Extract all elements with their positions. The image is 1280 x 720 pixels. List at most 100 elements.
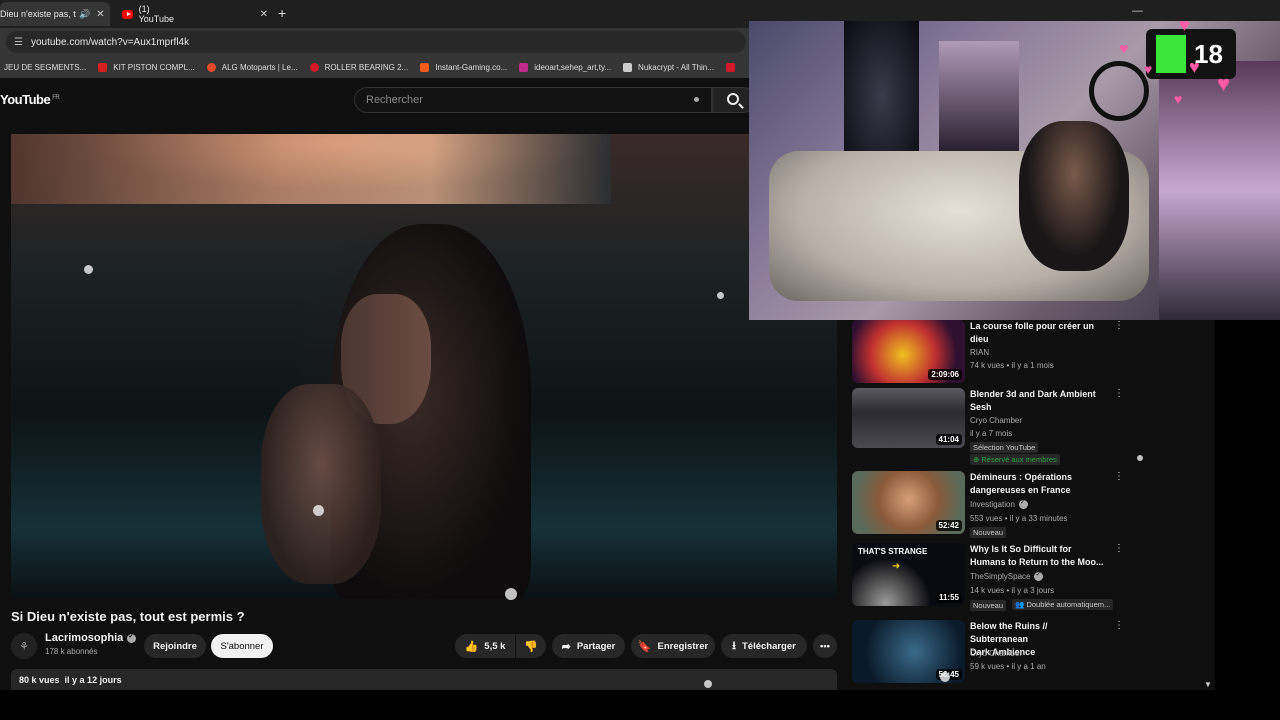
search-input[interactable]: Rechercher xyxy=(354,87,712,113)
title-line: dangereuses en France xyxy=(970,485,1071,495)
recommendation-channel[interactable]: RIAN xyxy=(970,348,989,357)
tab-youtube[interactable]: (1) YouTube ✕ xyxy=(118,2,268,26)
save-button[interactable]: 🔖 Enregistrer xyxy=(631,634,715,658)
verified-icon xyxy=(1018,498,1028,509)
bookmark-item[interactable] xyxy=(725,62,741,72)
title-line: La course folle pour créer un xyxy=(970,321,1095,331)
bookmark-item[interactable]: KIT PISTON COMPL... xyxy=(98,62,195,72)
heart-icon: ♥ xyxy=(1174,91,1183,107)
upload-date: il y a 12 jours xyxy=(64,675,122,685)
selection-badge: Sélection YouTube xyxy=(970,442,1039,453)
recommendation-item[interactable]: 52:42 Démineurs : Opérations dangereuses … xyxy=(852,471,1124,539)
video-frame-hands xyxy=(261,384,381,584)
snowflake xyxy=(84,265,93,274)
video-thumbnail[interactable]: 52:42 xyxy=(852,471,965,534)
snowflake xyxy=(1137,455,1143,461)
tab-video[interactable]: Dieu n'existe pas, tout 🔊 ✕ xyxy=(0,2,110,26)
recommendation-channel[interactable]: Investigation xyxy=(970,498,1028,509)
channel-label: TheSimplySpace xyxy=(970,572,1031,581)
thumbnail-text: THAT'S STRANGE xyxy=(858,547,928,556)
new-badge: Nouveau xyxy=(970,527,1007,538)
close-icon[interactable]: ✕ xyxy=(96,9,104,20)
bookmark-label: ROLLER BEARING 2... xyxy=(324,62,409,72)
recommendation-channel[interactable]: Cryo Chamber xyxy=(970,649,1022,658)
bookmark-item[interactable]: ideoart,sehep_art,ty... xyxy=(519,62,611,72)
like-count: 5,5 k xyxy=(484,640,506,652)
download-button[interactable]: ⭳ Télécharger xyxy=(721,634,807,658)
more-vert-icon[interactable]: ⋮ xyxy=(1114,320,1124,331)
description-box[interactable]: 80 k vues il y a 12 jours xyxy=(11,669,837,690)
members-badge-label: Réservé aux membres xyxy=(981,455,1057,464)
bookmark-item[interactable]: JEU DE SEGMENTS... xyxy=(4,63,86,72)
url-text: youtube.com/watch?v=Aux1mprfl4k xyxy=(30,36,190,48)
heart-icon: ♥ xyxy=(1119,41,1129,58)
video-duration: 41:04 xyxy=(935,434,962,445)
bookmark-favicon-icon xyxy=(623,62,633,72)
speaker-icon: 🔊 xyxy=(79,8,91,19)
title-line: Humans to Return to the Moo... xyxy=(970,557,1104,567)
youtube-icon xyxy=(122,9,133,19)
bookmark-item[interactable]: Instant-Gaming.co... xyxy=(420,62,507,72)
recommendation-title: Démineurs : Opérations dangereuses en Fra… xyxy=(970,471,1108,497)
channel-avatar[interactable]: ⚘ xyxy=(11,633,37,659)
search-placeholder: Rechercher xyxy=(366,94,423,106)
recommendation-item[interactable]: 2:09:06 La course folle pour créer un die… xyxy=(852,320,1124,384)
scroll-down-icon[interactable]: ▼ xyxy=(1204,680,1212,689)
site-settings-icon[interactable]: ☰ xyxy=(14,37,23,48)
bookmark-label: JEU DE SEGMENTS... xyxy=(4,62,87,72)
recommendation-item[interactable]: THAT'S STRANGE ➜ 11:55 Why Is It So Diff… xyxy=(852,543,1124,613)
gmail-icon xyxy=(725,62,735,72)
more-vert-icon[interactable]: ⋮ xyxy=(1114,471,1124,482)
bookmark-label: Nukacrypt - All Thin... xyxy=(638,62,714,72)
recommendation-title: Blender 3d and Dark Ambient Sesh xyxy=(970,388,1108,414)
video-thumbnail[interactable]: 41:04 xyxy=(852,388,965,448)
title-line: Why Is It So Difficult for xyxy=(970,544,1072,554)
more-vert-icon[interactable]: ⋮ xyxy=(1114,620,1124,631)
more-vert-icon[interactable]: ⋮ xyxy=(1114,388,1124,399)
join-button[interactable]: Rejoindre xyxy=(144,634,206,658)
recommendation-channel[interactable]: TheSimplySpace xyxy=(970,570,1044,581)
subscribe-button[interactable]: S'abonner xyxy=(211,634,273,658)
new-tab-icon[interactable]: + xyxy=(278,5,286,21)
keyboard-icon[interactable] xyxy=(694,97,699,102)
minimize-icon[interactable]: — xyxy=(1132,5,1143,17)
heart-icon: ♥ xyxy=(1189,57,1200,77)
like-button[interactable]: 👍 5,5 k xyxy=(455,634,515,658)
channel-name[interactable]: Lacrimosophia xyxy=(45,632,137,644)
heart-icon: ♥ xyxy=(1144,61,1153,77)
close-icon[interactable]: ✕ xyxy=(260,9,268,20)
bookmark-favicon-icon xyxy=(98,62,108,72)
bookmark-item[interactable]: ROLLER BEARING 2... xyxy=(309,62,409,72)
k-logo-icon xyxy=(1156,35,1186,73)
tab-video-label: Dieu n'existe pas, tout xyxy=(0,9,76,19)
bookmark-item[interactable]: Nukacrypt - All Thin... xyxy=(623,62,714,72)
bookmark-item[interactable]: ALG Motoparts | Le... xyxy=(206,62,298,72)
webcam-poster xyxy=(939,41,1019,151)
youtube-logo[interactable]: YouTube FR xyxy=(0,92,60,107)
recommendation-item[interactable]: 56:45 Below the Ruins // SubterraneanDar… xyxy=(852,620,1124,684)
video-thumbnail[interactable]: 2:09:06 xyxy=(852,320,965,383)
address-bar[interactable]: ☰ youtube.com/watch?v=Aux1mprfl4k xyxy=(6,31,746,53)
recommendation-channel[interactable]: Cryo Chamber xyxy=(970,416,1022,425)
more-actions-button[interactable]: ••• xyxy=(813,634,837,658)
recommendation-title: La course folle pour créer un dieu xyxy=(970,320,1108,346)
title-line: Sesh xyxy=(970,402,992,412)
bookmark-favicon-icon xyxy=(309,62,319,72)
more-vert-icon[interactable]: ⋮ xyxy=(1114,543,1124,554)
snowflake xyxy=(313,505,324,516)
channel-name-text: Lacrimosophia xyxy=(45,632,124,644)
heart-icon: ♥ xyxy=(1217,71,1231,96)
bookmark-icon: 🔖 xyxy=(637,640,652,653)
bookmark-favicon-icon xyxy=(519,62,529,72)
share-button[interactable]: ➦ Partager xyxy=(552,634,625,658)
bookmark-label: ALG Motoparts | Le... xyxy=(221,62,298,72)
recommendation-item[interactable]: 41:04 Blender 3d and Dark Ambient Sesh Cr… xyxy=(852,388,1124,468)
recommendation-meta: 74 k vues • il y a 1 mois xyxy=(970,361,1054,370)
dislike-button[interactable]: 👎 xyxy=(516,634,546,658)
channel-label: Investigation xyxy=(970,500,1015,509)
video-thumbnail[interactable]: THAT'S STRANGE ➜ 11:55 xyxy=(852,543,965,606)
video-duration: 2:09:06 xyxy=(928,369,962,380)
video-player[interactable] xyxy=(11,134,837,599)
webcam-poster-dark xyxy=(844,21,919,171)
snowflake xyxy=(505,588,517,600)
